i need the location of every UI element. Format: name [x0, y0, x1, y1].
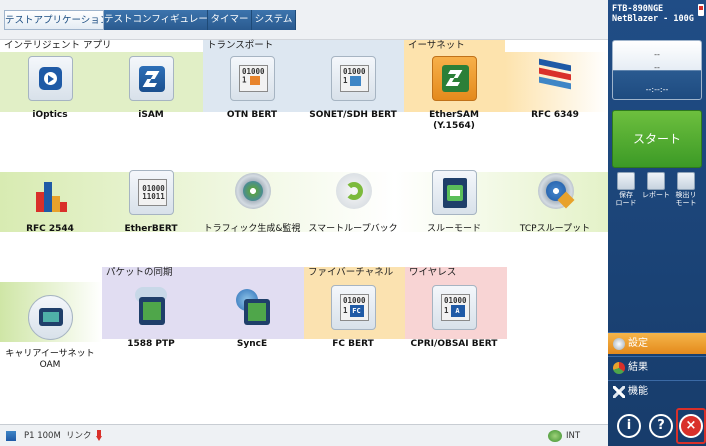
- tab-test-configurator[interactable]: テストコンフィギュレータ: [104, 10, 208, 30]
- clock-source-icon: [548, 430, 562, 442]
- band-ethernet-row2: [0, 172, 608, 232]
- otn-bert-icon: 01000 1: [230, 56, 275, 101]
- through-mode-icon: [432, 170, 477, 215]
- fc-badge: FC: [349, 305, 364, 317]
- app-label: RFC 6349: [531, 110, 579, 120]
- app-label: iSAM: [138, 110, 164, 120]
- group-label-transport: トランスポート: [203, 40, 404, 52]
- app-label: スルーモード: [426, 224, 481, 234]
- start-button[interactable]: スタート: [612, 110, 702, 168]
- save-load-label: 保存 ロード: [615, 191, 637, 207]
- etherbert-digits: 01000 11011: [138, 179, 167, 206]
- alarm-indicator-icon: [698, 4, 704, 16]
- group-label-packet-sync: パケットの同期: [102, 267, 304, 279]
- pie-chart-icon: [613, 362, 625, 374]
- readout-top: --: [654, 50, 660, 59]
- app-label: OTN BERT: [226, 110, 278, 120]
- ptp-icon: [129, 285, 174, 330]
- group-label-fibre-channel: ファイバーチャネル: [304, 267, 405, 279]
- exit-button[interactable]: ×: [679, 414, 703, 438]
- tools-icon: [613, 386, 625, 398]
- menu-setup-label: 設定: [628, 338, 648, 349]
- group-label-ethernet: イーサネット: [404, 40, 505, 52]
- isam-icon: [129, 56, 174, 101]
- model-name: FTB-890NGE: [612, 4, 664, 14]
- app-label: TCPスループット: [519, 224, 591, 234]
- tab-bar: テストアプリケーション テストコンフィギュレータ タイマー システム: [0, 0, 608, 40]
- discover-remote-icon: [677, 172, 695, 190]
- readout-time: --:--:--: [645, 85, 669, 94]
- port-status-icon: [6, 431, 16, 441]
- test-readout: -- -- --:--:--: [612, 40, 702, 100]
- smart-loopback-icon: [331, 170, 376, 215]
- cpri-bert-icon: 01000 1 A: [432, 285, 477, 330]
- group-label-intelligent-apps: インテリジェント アプリ: [0, 40, 112, 52]
- save-icon: [617, 172, 635, 190]
- menu-functions-label: 機能: [628, 386, 648, 397]
- tcp-throughput-icon: [533, 170, 578, 215]
- carrier-oam-icon: [28, 295, 73, 340]
- readout-mid: --: [654, 63, 660, 72]
- app-label: CPRI/OBSAI BERT: [410, 339, 498, 349]
- app-label: トラフィック生成&監視: [203, 224, 301, 234]
- app-label: iOptics: [32, 110, 68, 120]
- app-label: RFC 2544: [26, 224, 74, 234]
- app-label: FC BERT: [332, 339, 374, 349]
- app-label: 1588 PTP: [127, 339, 175, 349]
- otn-digits: 01000 1: [239, 65, 268, 92]
- report-label: レポート: [642, 191, 670, 199]
- app-label: EtherSAM (Y.1564): [429, 110, 479, 131]
- device-model: FTB-890NGE NetBlazer - 100G: [612, 4, 694, 24]
- synce-icon: [230, 285, 275, 330]
- menu-results-label: 結果: [628, 362, 648, 373]
- link-status-label: リンク: [66, 431, 92, 441]
- save-load-button[interactable]: 保存 ロード: [612, 172, 640, 210]
- model-subtitle: NetBlazer - 100G: [612, 14, 694, 24]
- report-button[interactable]: レポート: [642, 172, 670, 210]
- tab-test-applications[interactable]: テストアプリケーション: [4, 10, 104, 30]
- menu-functions[interactable]: 機能: [608, 380, 706, 402]
- cpri-badge: A: [450, 305, 465, 317]
- app-label: SONET/SDH BERT: [309, 110, 397, 120]
- app-label: キャリアイーサネット OAM: [5, 349, 95, 370]
- app-label: SyncE: [236, 339, 268, 349]
- status-bar: P1 100M リンク INT: [0, 424, 608, 446]
- port-speed: P1 100M: [24, 431, 61, 441]
- traffic-gen-icon: [230, 170, 275, 215]
- ethersam-icon: [432, 56, 477, 101]
- rfc6349-icon: [533, 56, 578, 101]
- menu-results[interactable]: 結果: [608, 356, 706, 378]
- right-panel: FTB-890NGE NetBlazer - 100G -- -- --:--:…: [608, 0, 706, 446]
- etherbert-icon: 01000 11011: [129, 170, 174, 215]
- app-label: スマートループバック: [308, 224, 398, 234]
- info-button[interactable]: i: [617, 414, 641, 438]
- discover-remote-button[interactable]: 検出リ モート: [672, 172, 700, 210]
- cpri-digits: 01000 1 A: [441, 294, 470, 321]
- tab-timer[interactable]: タイマー: [208, 10, 252, 30]
- tab-system[interactable]: システム: [252, 10, 296, 30]
- menu-setup[interactable]: 設定: [608, 332, 706, 354]
- clock-source: INT: [566, 431, 581, 441]
- link-down-icon: [96, 430, 102, 442]
- app-label: EtherBERT: [124, 224, 178, 234]
- report-icon: [647, 172, 665, 190]
- help-button[interactable]: ?: [649, 414, 673, 438]
- discover-remote-label: 検出リ モート: [675, 191, 697, 207]
- fc-digits: 01000 1 FC: [340, 294, 369, 321]
- sonet-digits: 01000 1: [340, 65, 369, 92]
- rfc2544-icon: [28, 170, 73, 215]
- fc-bert-icon: 01000 1 FC: [331, 285, 376, 330]
- application-grid: インテリジェント アプリ トランスポート イーサネット iOptics iSAM…: [0, 40, 608, 424]
- gear-icon: [613, 338, 625, 350]
- group-label-wireless: ワイヤレス: [405, 267, 507, 279]
- ioptics-icon: [28, 56, 73, 101]
- sonet-bert-icon: 01000 1: [331, 56, 376, 101]
